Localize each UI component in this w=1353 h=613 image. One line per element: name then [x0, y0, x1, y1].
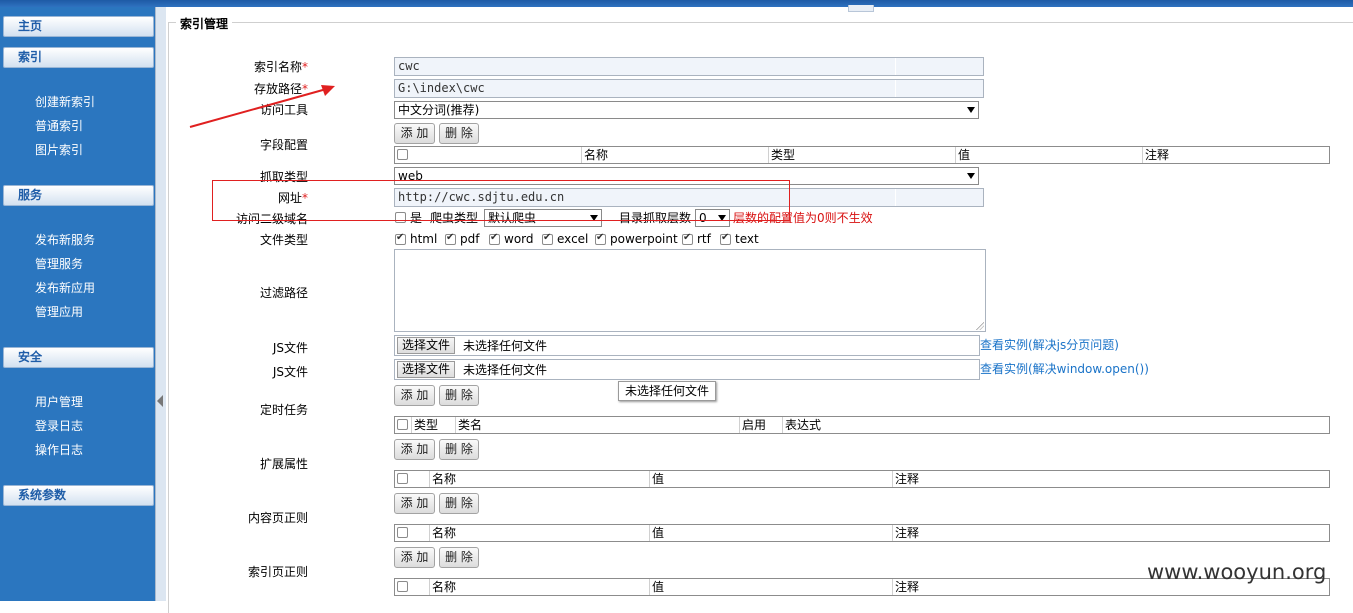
nav-item-normal-index[interactable]: 普通索引	[35, 118, 83, 134]
js-add-button[interactable]: 添 加	[394, 385, 435, 406]
collapse-toggle[interactable]	[848, 5, 874, 12]
nav-section-service[interactable]: 服务	[3, 185, 154, 206]
col-name: 名称	[429, 471, 456, 487]
ext-props-table-header: 名称 值 注释	[394, 470, 1330, 488]
chevron-down-icon	[967, 173, 975, 179]
no-file-text-1: 未选择任何文件	[463, 339, 548, 353]
filetype-excel-checkbox[interactable]	[542, 232, 553, 245]
nav-item-user-manage[interactable]: 用户管理	[35, 394, 83, 410]
index-select-all-checkbox[interactable]	[397, 581, 408, 592]
label-index-regex: 索引页正则	[247, 565, 308, 579]
label-schedule: 定时任务	[259, 403, 308, 417]
nav-item-publish-service[interactable]: 发布新服务	[35, 232, 95, 248]
label-ext-props: 扩展属性	[259, 457, 308, 471]
annotation-highlight-box	[212, 180, 790, 221]
filetype-rtf-label: rtf	[697, 232, 711, 246]
ext-delete-button[interactable]: 删 除	[439, 493, 479, 514]
col-comment: 注释	[892, 579, 919, 595]
col-name: 名称	[429, 525, 456, 541]
col-enabled: 启用	[739, 417, 766, 433]
filetype-html-label: html	[410, 232, 438, 246]
nav-item-image-index[interactable]: 图片索引	[35, 142, 83, 158]
col-value: 值	[955, 147, 970, 163]
filetype-word-label: word	[504, 232, 534, 246]
store-path-input[interactable]: G:\index\cwc	[394, 79, 984, 98]
filetype-word-checkbox[interactable]	[489, 232, 500, 245]
file-tooltip: 未选择任何文件	[618, 381, 716, 401]
label-file-types: 文件类型	[259, 233, 308, 247]
choose-file-button-2[interactable]: 选择文件	[397, 361, 456, 378]
nav-item-publish-app[interactable]: 发布新应用	[35, 280, 95, 296]
nav-section-index[interactable]: 索引	[3, 47, 154, 68]
schedule-table-header: 类型 类名 启用 表达式	[394, 416, 1330, 434]
js-file-input-2[interactable]: 选择文件 未选择任何文件	[394, 359, 980, 380]
top-bar	[0, 0, 1353, 12]
schedule-select-all-checkbox[interactable]	[397, 419, 408, 430]
filetype-text-checkbox[interactable]	[720, 232, 731, 245]
js-file-input-1[interactable]: 选择文件 未选择任何文件	[394, 335, 980, 356]
label-index-name: 索引名称*	[253, 60, 308, 74]
content-add-button[interactable]: 添 加	[394, 547, 435, 568]
col-expression: 表达式	[782, 417, 821, 433]
js-example-link-2[interactable]: 查看实例(解决window.open())	[980, 361, 1149, 377]
resize-grip-icon[interactable]	[976, 322, 984, 330]
filetype-pdf-checkbox[interactable]	[445, 232, 456, 245]
col-class-name: 类名	[455, 417, 482, 433]
label-content-regex: 内容页正则	[247, 511, 308, 525]
schedule-delete-button[interactable]: 删 除	[439, 439, 479, 460]
index-name-input[interactable]: cwc	[394, 57, 984, 76]
filetype-rtf-checkbox[interactable]	[682, 232, 693, 245]
filetype-text-label: text	[735, 232, 759, 246]
nav-home[interactable]: 主页	[3, 16, 154, 37]
label-js-file-1: JS文件	[272, 341, 308, 355]
ext-select-all-checkbox[interactable]	[397, 473, 408, 484]
filetype-html-checkbox[interactable]	[395, 232, 406, 245]
nav-item-manage-service[interactable]: 管理服务	[35, 256, 83, 272]
nav-item-operation-log[interactable]: 操作日志	[35, 442, 83, 458]
js-example-link-1[interactable]: 查看实例(解决js分页问题)	[980, 337, 1119, 353]
schedule-add-button[interactable]: 添 加	[394, 439, 435, 460]
chevron-down-icon	[967, 107, 975, 113]
col-type: 类型	[411, 417, 438, 433]
fields-add-button[interactable]: 添 加	[394, 123, 435, 144]
label-js-file-2: JS文件	[272, 365, 308, 379]
fields-delete-button[interactable]: 删 除	[439, 123, 479, 144]
analyzer-select[interactable]: 中文分词(推荐)	[394, 101, 979, 119]
no-file-text-2: 未选择任何文件	[463, 363, 548, 377]
nav-item-login-log[interactable]: 登录日志	[35, 418, 83, 434]
col-value: 值	[649, 525, 664, 541]
filetype-excel-label: excel	[557, 232, 589, 246]
col-name: 名称	[581, 147, 608, 163]
js-delete-button[interactable]: 删 除	[439, 385, 479, 406]
ext-add-button[interactable]: 添 加	[394, 493, 435, 514]
annotation-arrow-icon	[189, 85, 335, 128]
form-legend: 索引管理	[176, 15, 233, 32]
filter-path-textarea[interactable]	[394, 249, 986, 332]
nav-section-security[interactable]: 安全	[3, 347, 154, 368]
col-comment: 注释	[892, 525, 919, 541]
content-delete-button[interactable]: 删 除	[439, 547, 479, 568]
col-value: 值	[649, 471, 664, 487]
nav-section-system-params[interactable]: 系统参数	[3, 485, 154, 506]
col-type: 类型	[768, 147, 795, 163]
content-regex-table-header: 名称 值 注释	[394, 524, 1330, 542]
filetype-pdf-label: pdf	[460, 232, 480, 246]
choose-file-button-1[interactable]: 选择文件	[397, 337, 456, 354]
fields-table-header: 名称 类型 值 注释	[394, 146, 1330, 164]
nav-item-manage-app[interactable]: 管理应用	[35, 304, 83, 320]
label-fields: 字段配置	[259, 138, 308, 152]
col-comment: 注释	[1142, 147, 1169, 163]
content-select-all-checkbox[interactable]	[397, 527, 408, 538]
filetype-powerpoint-label: powerpoint	[610, 232, 678, 246]
col-comment: 注释	[892, 471, 919, 487]
fields-select-all-checkbox[interactable]	[397, 149, 408, 160]
watermark: www.wooyun.org	[1147, 560, 1327, 584]
label-filter-path: 过滤路径	[259, 286, 308, 300]
filetype-powerpoint-checkbox[interactable]	[595, 232, 606, 245]
nav-item-create-index[interactable]: 创建新索引	[35, 94, 95, 110]
col-value: 值	[649, 579, 664, 595]
col-name: 名称	[429, 579, 456, 595]
